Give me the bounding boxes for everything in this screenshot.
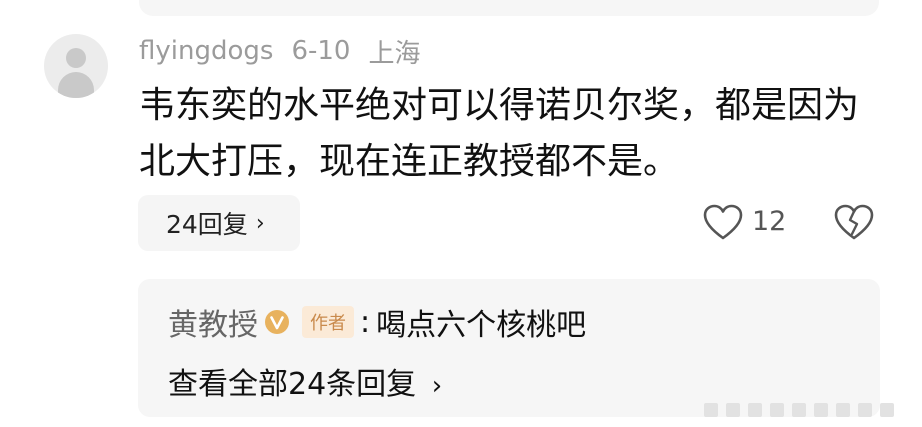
reply-separator: : (360, 304, 371, 340)
replies-button[interactable]: 24回复 › (138, 195, 300, 251)
like-count: 12 (752, 206, 787, 237)
verified-v-icon (265, 310, 289, 334)
watermark-logo (704, 403, 894, 417)
avatar-head-shape (66, 48, 86, 68)
view-all-replies-label: 查看全部24条回复 (168, 367, 417, 402)
username[interactable]: flyingdogs (139, 36, 273, 66)
comment-text: 韦东奕的水平绝对可以得诺贝尔奖，都是因为北大打压，现在连正教授都不是。 (139, 85, 860, 182)
comment-location: 上海 (368, 38, 421, 69)
author-tag-badge: 作者 (302, 306, 354, 338)
chevron-right-icon: › (431, 371, 443, 401)
view-all-replies-link[interactable]: 查看全部24条回复 › (168, 359, 442, 403)
previous-card-bottom (139, 0, 879, 16)
reply-preview-row: 黄教授 作者 : 喝点六个核桃吧 (168, 300, 587, 344)
avatar[interactable] (44, 34, 108, 98)
reply-author-name[interactable]: 黄教授 (168, 300, 258, 344)
avatar-body-shape (58, 72, 94, 98)
replies-count-label: 24回复 (166, 210, 248, 239)
comment-date: 6-10 (291, 36, 351, 66)
comment-meta: flyingdogs 6-10 上海 (139, 34, 421, 69)
broken-heart-icon[interactable] (834, 204, 874, 242)
reply-preview-box[interactable]: 黄教授 作者 : 喝点六个核桃吧 查看全部24条回复 › (138, 279, 880, 417)
reply-text: 喝点六个核桃吧 (376, 308, 587, 343)
chevron-right-icon: › (255, 210, 265, 236)
heart-outline-icon[interactable] (703, 204, 743, 242)
